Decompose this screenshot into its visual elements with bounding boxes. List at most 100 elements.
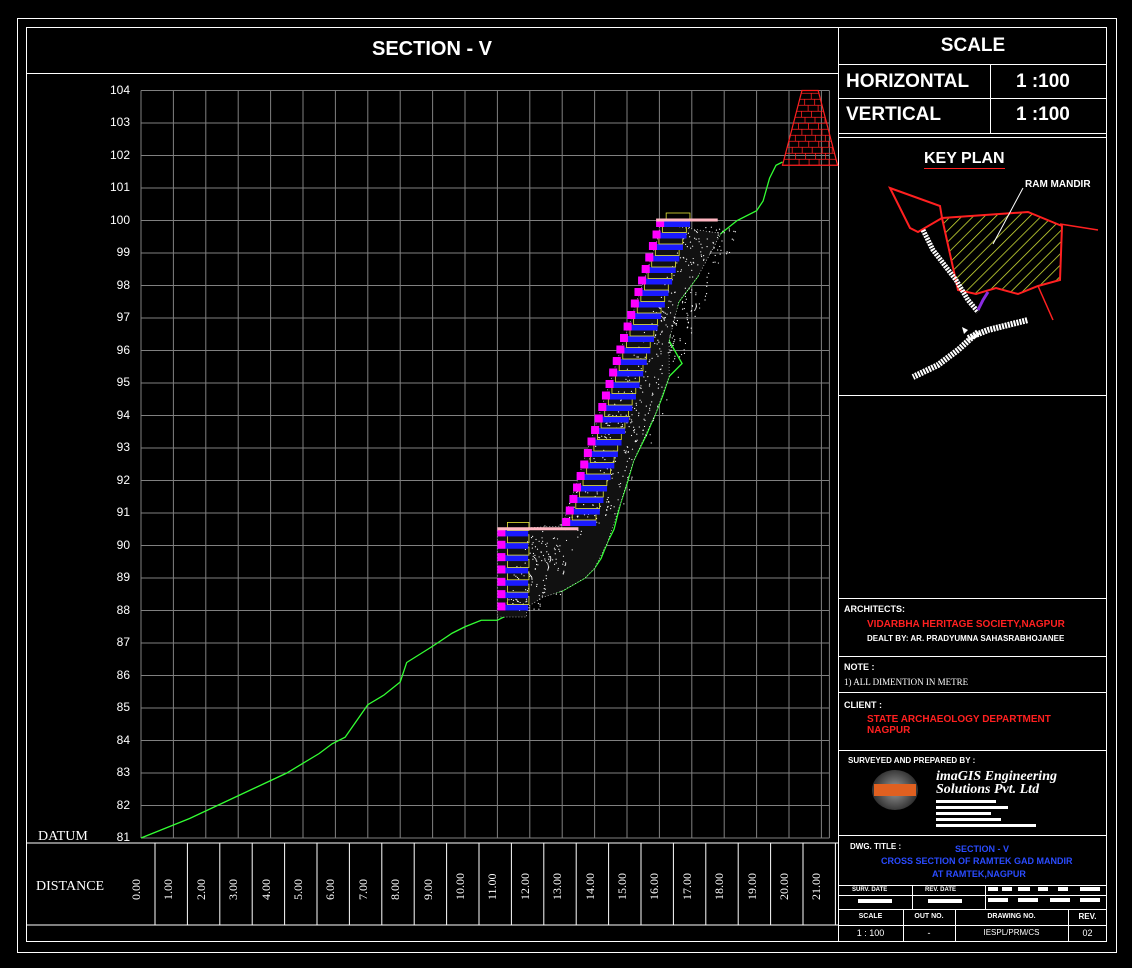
speckle bbox=[661, 315, 663, 318]
speckle bbox=[587, 492, 589, 494]
speckle bbox=[628, 416, 631, 418]
step-riser bbox=[623, 322, 632, 331]
speckle bbox=[617, 472, 619, 474]
speckle bbox=[538, 540, 540, 542]
speckle bbox=[644, 356, 646, 358]
speckle bbox=[552, 537, 555, 540]
x-tick-label: 7.00 bbox=[355, 879, 370, 900]
speckle bbox=[636, 439, 638, 441]
speckle bbox=[557, 545, 559, 547]
speckle bbox=[691, 269, 693, 271]
speckle bbox=[555, 562, 557, 564]
rev-value: 02 bbox=[1082, 928, 1093, 938]
step-riser bbox=[497, 553, 506, 562]
speckle bbox=[643, 425, 646, 428]
speckle bbox=[549, 556, 552, 558]
speckle bbox=[696, 231, 698, 234]
landing bbox=[656, 218, 718, 222]
dwg-title-line2: CROSS SECTION OF RAMTEK GAD MANDIR bbox=[881, 856, 1073, 866]
speckle bbox=[565, 539, 568, 542]
speckle bbox=[637, 365, 640, 367]
speckle bbox=[700, 255, 703, 258]
speckle bbox=[512, 602, 514, 605]
speckle bbox=[536, 548, 539, 550]
speckle bbox=[663, 319, 665, 321]
speckle bbox=[658, 383, 660, 386]
speckle bbox=[541, 542, 543, 544]
speckle bbox=[690, 327, 692, 329]
speckle bbox=[700, 254, 702, 256]
speckle bbox=[618, 483, 620, 486]
speckle bbox=[613, 506, 615, 508]
speckle bbox=[539, 603, 541, 605]
speckle bbox=[706, 285, 708, 287]
speckle bbox=[638, 426, 640, 428]
speckle bbox=[537, 602, 539, 605]
speckle bbox=[661, 372, 663, 375]
speckle bbox=[545, 543, 547, 546]
speckle bbox=[557, 567, 559, 570]
speckle bbox=[647, 376, 649, 378]
speckle bbox=[695, 304, 697, 306]
speckle bbox=[631, 458, 633, 461]
step-riser bbox=[605, 380, 614, 388]
speckle bbox=[652, 310, 655, 313]
speckle bbox=[543, 588, 545, 590]
speckle bbox=[583, 504, 585, 506]
speckle bbox=[626, 446, 628, 448]
speckle bbox=[699, 307, 701, 309]
speckle bbox=[530, 576, 532, 578]
speckle bbox=[689, 236, 691, 238]
speckle bbox=[614, 460, 617, 462]
speckle bbox=[628, 425, 630, 428]
step-riser bbox=[648, 242, 657, 250]
y-tick-label: 82 bbox=[116, 797, 130, 812]
speckle bbox=[694, 230, 696, 232]
speckle bbox=[666, 276, 668, 278]
speckle bbox=[657, 387, 659, 389]
speckle bbox=[680, 270, 682, 273]
speckle bbox=[621, 424, 624, 426]
y-tick-label: 99 bbox=[116, 245, 130, 259]
speckle bbox=[689, 276, 691, 278]
grid bbox=[26, 90, 838, 926]
speckle bbox=[620, 426, 622, 428]
speckle bbox=[731, 238, 733, 240]
company-contact-block bbox=[936, 797, 1036, 831]
speckle bbox=[608, 500, 610, 503]
y-tick-label: 101 bbox=[109, 180, 130, 194]
speckle bbox=[687, 326, 689, 328]
speckle bbox=[542, 592, 544, 594]
speckle bbox=[654, 342, 656, 345]
speckle bbox=[629, 379, 631, 381]
speckle bbox=[692, 257, 694, 260]
speckle bbox=[594, 514, 596, 517]
speckle bbox=[651, 392, 654, 394]
speckle bbox=[648, 383, 651, 385]
speckle bbox=[624, 451, 626, 453]
speckle bbox=[622, 475, 624, 477]
speckle bbox=[532, 552, 535, 555]
speckle bbox=[649, 434, 651, 436]
speckle bbox=[695, 305, 697, 308]
speckle bbox=[519, 601, 521, 604]
speckle bbox=[545, 575, 547, 577]
speckle bbox=[648, 385, 651, 387]
speckle bbox=[625, 414, 627, 416]
speckle bbox=[614, 457, 616, 459]
speckle bbox=[550, 557, 552, 559]
speckle bbox=[668, 300, 670, 302]
speckle bbox=[723, 232, 725, 234]
speckle bbox=[536, 583, 538, 586]
speckle bbox=[719, 253, 721, 255]
speckle bbox=[668, 341, 670, 343]
client-label: CLIENT : bbox=[844, 700, 882, 710]
speckle bbox=[627, 476, 629, 479]
speckle bbox=[554, 553, 556, 555]
speckle bbox=[690, 247, 692, 249]
rev-date-label: REV. DATE bbox=[925, 887, 957, 893]
speckle bbox=[611, 477, 613, 479]
speckle bbox=[605, 437, 608, 439]
speckle bbox=[675, 324, 678, 326]
speckle bbox=[674, 339, 676, 341]
